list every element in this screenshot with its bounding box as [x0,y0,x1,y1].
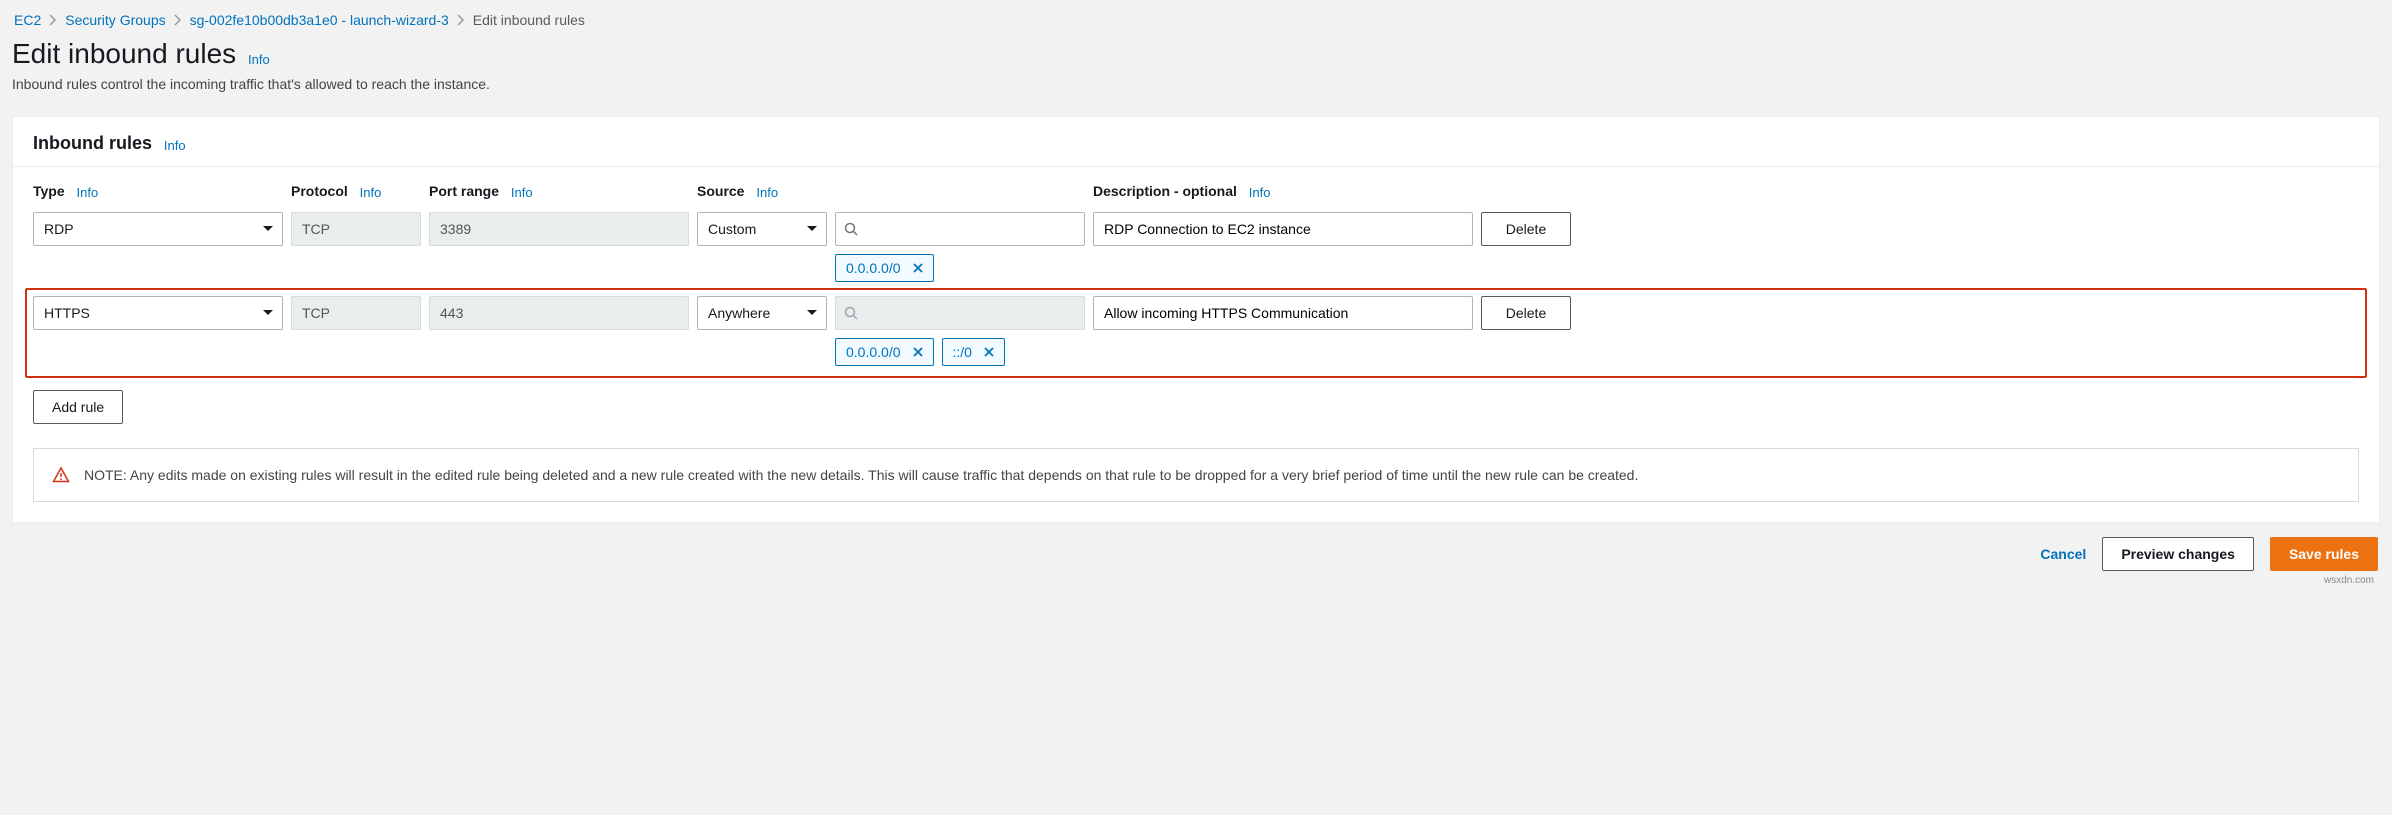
preview-changes-button[interactable]: Preview changes [2102,537,2254,571]
warning-icon [52,466,70,484]
search-icon [844,306,858,320]
cidr-token: 0.0.0.0/0 [835,338,934,366]
chevron-right-icon [457,14,465,26]
breadcrumb-security-groups[interactable]: Security Groups [65,12,165,28]
cidr-token-label: 0.0.0.0/0 [846,344,901,360]
description-field[interactable] [1094,213,1472,245]
protocol-input [291,212,421,246]
breadcrumb-current: Edit inbound rules [473,12,585,28]
caret-down-icon [806,309,818,317]
source-mode-value: Anywhere [708,305,770,321]
col-port: Port range Info [429,177,689,208]
source-mode-value: Custom [708,221,756,237]
cidr-tokens: 0.0.0.0/0 [835,254,1085,282]
column-headers-row: Type Info Protocol Info Port range Info … [33,177,2359,208]
col-protocol-info[interactable]: Info [360,185,382,200]
col-description-label: Description - optional [1093,183,1237,199]
edit-warning-notice: NOTE: Any edits made on existing rules w… [33,448,2359,502]
page-title: Edit inbound rules [12,38,236,70]
cidr-tokens: 0.0.0.0/0 ::/0 [835,338,1085,366]
save-rules-button[interactable]: Save rules [2270,537,2378,571]
breadcrumb-sg-detail[interactable]: sg-002fe10b00db3a1e0 - launch-wizard-3 [190,12,449,28]
rule-row-https: HTTPS Anywhere [25,288,2367,378]
rule-row-rdp: RDP Custom [33,212,2359,282]
port-range-value [430,213,688,245]
type-select-value: HTTPS [44,305,90,321]
attribution-text: wsxdn.com [12,571,2380,586]
remove-token-icon[interactable] [984,347,994,357]
port-range-value [430,297,688,329]
col-source-label: Source [697,183,744,199]
col-type-info[interactable]: Info [77,185,99,200]
col-source-info[interactable]: Info [756,185,778,200]
panel-title-info-link[interactable]: Info [164,138,186,153]
source-mode-select[interactable]: Anywhere [697,296,827,330]
col-port-label: Port range [429,183,499,199]
cidr-token: 0.0.0.0/0 [835,254,934,282]
cancel-link[interactable]: Cancel [2040,546,2086,562]
protocol-value [292,297,420,329]
caret-down-icon [806,225,818,233]
type-select[interactable]: HTTPS [33,296,283,330]
protocol-input [291,296,421,330]
caret-down-icon [262,309,274,317]
col-type: Type Info [33,177,283,208]
description-input[interactable] [1093,296,1473,330]
page-subtitle: Inbound rules control the incoming traff… [12,76,2380,92]
type-select[interactable]: RDP [33,212,283,246]
delete-rule-button[interactable]: Delete [1481,212,1571,246]
inbound-rules-panel: Inbound rules Info Type Info Protocol In… [12,116,2380,523]
chevron-right-icon [174,14,182,26]
description-field[interactable] [1094,297,1472,329]
cidr-token: ::/0 [942,338,1005,366]
breadcrumb-ec2[interactable]: EC2 [14,12,41,28]
description-input[interactable] [1093,212,1473,246]
cidr-token-label: ::/0 [953,344,972,360]
col-protocol-label: Protocol [291,183,348,199]
panel-title: Inbound rules [33,133,152,154]
source-search-field [836,297,1084,329]
col-port-info[interactable]: Info [511,185,533,200]
search-icon [844,222,858,236]
breadcrumb: EC2 Security Groups sg-002fe10b00db3a1e0… [12,8,2380,38]
source-search-input[interactable] [835,212,1085,246]
delete-rule-button[interactable]: Delete [1481,296,1571,330]
protocol-value [292,213,420,245]
add-rule-button[interactable]: Add rule [33,390,123,424]
col-source: Source Info [697,177,1085,208]
cidr-token-label: 0.0.0.0/0 [846,260,901,276]
source-search-field[interactable] [836,213,1084,245]
col-type-label: Type [33,183,65,199]
source-search-input [835,296,1085,330]
col-protocol: Protocol Info [291,177,421,208]
remove-token-icon[interactable] [913,347,923,357]
page-title-info-link[interactable]: Info [248,52,270,67]
caret-down-icon [262,225,274,233]
remove-token-icon[interactable] [913,263,923,273]
col-description-info[interactable]: Info [1249,185,1271,200]
page-footer: Cancel Preview changes Save rules [12,523,2380,571]
port-range-input [429,296,689,330]
col-description: Description - optional Info [1093,177,1473,208]
source-mode-select[interactable]: Custom [697,212,827,246]
chevron-right-icon [49,14,57,26]
notice-text: NOTE: Any edits made on existing rules w… [84,465,1638,485]
port-range-input [429,212,689,246]
type-select-value: RDP [44,221,74,237]
